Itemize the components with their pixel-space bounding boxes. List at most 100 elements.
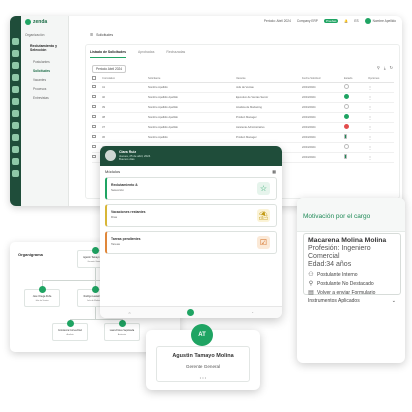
options-icon[interactable]: ⋮ xyxy=(368,85,372,90)
table-row[interactable]: 36 Nombre Apellido Product Manager 22/04/20… xyxy=(92,132,394,143)
table-row[interactable]: 39 Nombre Apellido Apellido Analista de Ma… xyxy=(92,102,394,113)
document-icon: ▤ xyxy=(308,290,314,296)
logo-text: zenda xyxy=(33,19,48,25)
table-row[interactable]: 38 Nombre Apellido Apellido Product Manage… xyxy=(92,112,394,123)
grid-icon[interactable]: ▦ xyxy=(272,169,276,174)
chart-icon[interactable] xyxy=(12,86,19,93)
tab-rechazadas[interactable]: Rechazadas xyxy=(166,47,185,58)
refresh-icon[interactable]: ↻ xyxy=(390,65,393,70)
org-node-detail-card[interactable]: Agustin Tamayo Molina Gerente General • … xyxy=(146,324,260,390)
logout-icon[interactable] xyxy=(12,170,19,177)
cell-opciones: ⋮ xyxy=(368,112,394,123)
more-icon[interactable]: • • • xyxy=(157,375,249,380)
avatar[interactable] xyxy=(105,150,116,161)
org-node[interactable]: Laura Flores Sepúlveda Asistente xyxy=(104,320,140,341)
folder-icon[interactable] xyxy=(12,62,19,69)
org-node-name: José Ortega Peña xyxy=(32,296,52,298)
nav-profile-icon[interactable]: ◔ xyxy=(251,311,253,315)
sidebar-item-postulantes[interactable]: Postulantes xyxy=(33,60,50,64)
icon-rail xyxy=(10,16,21,206)
bell-icon[interactable] xyxy=(12,134,19,141)
table-tools: ⚲ ⤓ ↻ xyxy=(377,65,393,70)
clock-icon[interactable] xyxy=(12,110,19,117)
tab-listado[interactable]: Listado de Solicitudes xyxy=(90,47,126,58)
row-checkbox[interactable] xyxy=(92,114,96,119)
help-icon[interactable] xyxy=(12,146,19,153)
table-row[interactable]: 41 Nombre Apellido Jefe de Ventas 22/04/202… xyxy=(92,82,394,93)
row-checkbox[interactable] xyxy=(92,134,96,139)
company-label[interactable]: Company ERP xyxy=(297,19,318,23)
document-icon[interactable] xyxy=(12,98,19,105)
module-title: Vacaciones restantes xyxy=(111,210,146,214)
download-icon[interactable]: ⤓ xyxy=(384,65,386,70)
cell-estado xyxy=(344,92,368,103)
org-node-name: Constanza Correa Díaz xyxy=(57,330,82,332)
cell-opciones: ⋮ xyxy=(368,102,394,113)
resend-form-row[interactable]: ▤ Volver a enviar Formulario xyxy=(308,289,396,297)
user-menu[interactable]: Nombre Apellido xyxy=(364,18,396,24)
menu-icon[interactable]: ☰ xyxy=(90,33,93,37)
org-node-role: Analista xyxy=(66,334,74,336)
user-name: Nombre Apellido xyxy=(372,19,396,23)
nav-center-button[interactable] xyxy=(187,309,195,316)
options-icon[interactable]: ⋮ xyxy=(368,135,372,140)
cell-select xyxy=(92,122,102,133)
candidate-age: Edad:34 años xyxy=(308,261,352,268)
star-icon[interactable] xyxy=(12,158,19,165)
tab-aprobadas[interactable]: Aprobadas xyxy=(138,47,154,58)
settings-icon[interactable] xyxy=(12,122,19,129)
options-icon[interactable]: ⋮ xyxy=(368,125,372,130)
cell-vacante: Asistente Administrativo xyxy=(236,122,302,133)
org-node-name: Laura Flores Sepúlveda xyxy=(109,330,135,332)
cell-solicitante: Nombre Apellido Apellido xyxy=(148,102,236,113)
row-checkbox[interactable] xyxy=(92,84,96,89)
chevron-down-icon[interactable]: ⌄ xyxy=(392,298,396,304)
table-row[interactable]: 40 Nombre Apellido Apellido Ejecutivo de V… xyxy=(92,92,394,103)
cell-correlativo: 38 xyxy=(102,112,148,123)
header-correlativo: Correlativo xyxy=(102,75,148,83)
sidebar-item-procesos[interactable]: Procesos xyxy=(33,87,46,91)
cell-estado xyxy=(344,152,368,163)
language-select[interactable]: ES xyxy=(354,19,358,23)
sidebar-item-solicitudes[interactable]: Solicitudes xyxy=(33,69,50,73)
options-icon[interactable]: ⋮ xyxy=(368,145,372,150)
status-icon xyxy=(344,144,349,149)
people-icon[interactable] xyxy=(12,50,19,57)
motivation-title: Motivación por el cargo xyxy=(303,213,371,220)
row-checkbox[interactable] xyxy=(92,154,96,159)
org-node[interactable]: José Ortega Peña Jefe de Ventas xyxy=(24,286,60,307)
home-icon[interactable] xyxy=(12,38,19,45)
row-checkbox[interactable] xyxy=(92,144,96,149)
options-icon[interactable]: ⋮ xyxy=(368,105,372,110)
nav-home-icon[interactable]: ⌂ xyxy=(128,311,130,315)
row-checkbox[interactable] xyxy=(92,94,96,99)
instruments-row[interactable]: Instrumentos Aplicados ⌄ xyxy=(308,298,396,304)
module-card-vacaciones[interactable]: Vacaciones restantes Días ⛱ xyxy=(105,204,277,227)
calendar-icon[interactable] xyxy=(12,74,19,81)
cell-correlativo: 41 xyxy=(102,82,148,93)
notification-icon[interactable]: 🔔 xyxy=(344,19,348,23)
cell-select xyxy=(92,132,102,143)
options-icon[interactable]: ⋮ xyxy=(368,155,372,160)
status-icon xyxy=(344,134,347,139)
module-card-reclutamiento[interactable]: Reclutamiento & Selección ☆ xyxy=(105,177,277,200)
row-checkbox[interactable] xyxy=(92,104,96,109)
cell-correlativo: 37 xyxy=(102,122,148,133)
table-row[interactable]: 37 Nombre Apellido Apellido Asistente Admi… xyxy=(92,122,394,133)
module-card-tareas[interactable]: Tareas pendientes Tareas ☑ xyxy=(105,231,277,254)
resend-form-label[interactable]: Volver a enviar Formulario xyxy=(317,290,375,296)
cell-opciones: ⋮ xyxy=(368,92,394,103)
period-select[interactable]: Periodo Abril 2024 xyxy=(92,65,127,73)
sidebar-item-entrevistas[interactable]: Entrevistas xyxy=(33,96,49,100)
cell-estado xyxy=(344,132,368,143)
sidebar-item-vacantes[interactable]: Vacantes xyxy=(33,78,46,82)
module-subtitle: Días xyxy=(111,215,118,219)
org-node[interactable]: Constanza Correa Díaz Analista xyxy=(52,320,88,341)
avatar xyxy=(364,18,371,24)
options-icon[interactable]: ⋮ xyxy=(368,95,372,100)
row-checkbox[interactable] xyxy=(92,124,96,129)
options-icon[interactable]: ⋮ xyxy=(368,115,372,120)
select-all-checkbox[interactable] xyxy=(92,76,96,80)
cell-opciones: ⋮ xyxy=(368,152,394,163)
filter-icon[interactable]: ⚲ xyxy=(377,65,380,70)
